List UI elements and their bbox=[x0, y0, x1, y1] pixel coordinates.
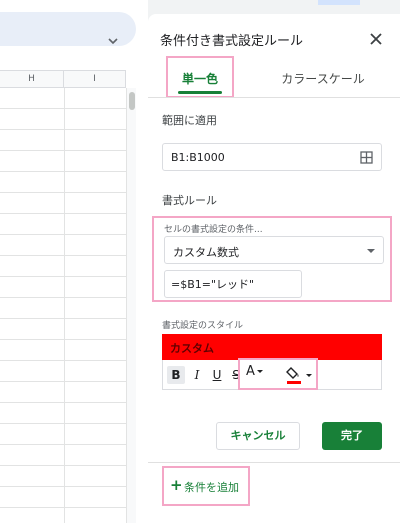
italic-button[interactable]: I bbox=[189, 366, 205, 384]
column-header-i[interactable]: I bbox=[64, 71, 126, 88]
cancel-button[interactable]: キャンセル bbox=[216, 422, 300, 450]
bottom-divider bbox=[148, 462, 400, 463]
active-tab-indicator bbox=[178, 91, 222, 94]
bold-button[interactable]: B bbox=[167, 366, 185, 384]
text-color-icon: A bbox=[246, 364, 255, 379]
dropdown-caret-icon bbox=[367, 249, 375, 253]
panel-title: 条件付き書式設定ルール bbox=[160, 34, 304, 49]
close-icon[interactable] bbox=[366, 29, 386, 49]
scrollbar-thumb[interactable] bbox=[129, 92, 135, 110]
plus-icon: + bbox=[170, 476, 183, 494]
add-rule-label: 条件を追加 bbox=[184, 481, 239, 494]
format-rules-heading: 書式ルール bbox=[162, 194, 217, 207]
condition-label: セルの書式設定の条件... bbox=[164, 225, 263, 235]
text-color-button[interactable]: A bbox=[246, 364, 276, 384]
done-button[interactable]: 完了 bbox=[322, 422, 382, 450]
tab-single-color[interactable]: 単一色 bbox=[166, 56, 234, 98]
toolbar-pill bbox=[0, 12, 136, 46]
condition-select[interactable]: カスタム数式 bbox=[164, 236, 384, 264]
color-buttons-group: A bbox=[238, 358, 318, 390]
condition-section: セルの書式設定の条件... カスタム数式 bbox=[152, 216, 392, 302]
top-right-shade bbox=[318, 0, 360, 5]
style-preview[interactable]: カスタム bbox=[162, 334, 382, 360]
conditional-format-panel: 条件付き書式設定ルール 単一色 カラースケール 範囲に適用 B1:B1000 書… bbox=[148, 14, 400, 523]
tab-divider bbox=[148, 97, 400, 98]
style-preview-text: カスタム bbox=[170, 342, 214, 355]
spreadsheet-area: H I bbox=[0, 0, 148, 523]
custom-formula-input[interactable] bbox=[164, 270, 302, 298]
range-input[interactable]: B1:B1000 bbox=[162, 143, 382, 171]
tab-single-color-label: 単一色 bbox=[181, 72, 218, 86]
add-rule-button[interactable]: + 条件を追加 bbox=[162, 466, 250, 506]
vertical-scrollbar[interactable] bbox=[126, 88, 136, 523]
column-header-h[interactable]: H bbox=[0, 71, 64, 88]
range-label: 範囲に適用 bbox=[162, 114, 217, 127]
chevron-down-icon bbox=[256, 370, 263, 373]
cell-grid[interactable] bbox=[0, 88, 126, 523]
fill-color-icon[interactable] bbox=[286, 364, 316, 386]
chevron-down-icon[interactable] bbox=[104, 32, 122, 50]
underline-button[interactable]: U bbox=[209, 366, 225, 384]
column-header-row: H I bbox=[0, 70, 126, 88]
tab-color-scale[interactable]: カラースケール bbox=[268, 70, 378, 87]
range-value: B1:B1000 bbox=[171, 151, 225, 164]
format-style-label: 書式設定のスタイル bbox=[162, 321, 244, 331]
grid-select-icon[interactable] bbox=[360, 151, 373, 164]
condition-select-value: カスタム数式 bbox=[173, 246, 239, 259]
